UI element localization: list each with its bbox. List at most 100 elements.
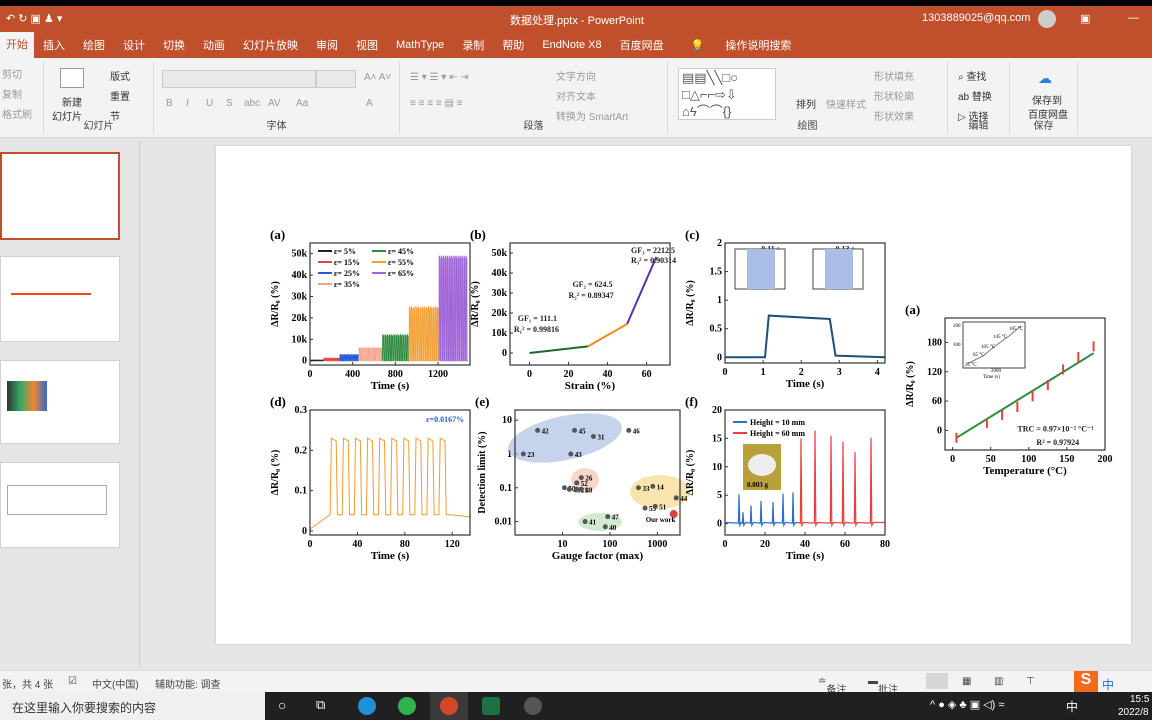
tab-draw[interactable]: 绘图 bbox=[74, 37, 114, 53]
bullets-button[interactable]: ☰ ▾ ☰ ▾ ⇤ ⇥ bbox=[410, 72, 469, 83]
format-painter-button[interactable]: 格式刷 bbox=[2, 106, 32, 121]
ribbon-display-icon[interactable]: ▣ bbox=[1080, 12, 1090, 25]
tab-design[interactable]: 设计 bbox=[114, 37, 154, 53]
reading-view-button[interactable]: ▥ bbox=[994, 676, 1003, 687]
taskbar: 在这里输入你要搜索的内容 ○ ⧉ ^ ● ◈ ♣ ▣ ◁) ≈ 中 15:5 2… bbox=[0, 692, 1152, 720]
tray-ime[interactable]: 中 bbox=[1066, 698, 1078, 715]
notes-button[interactable]: ≐ 备注 bbox=[818, 676, 846, 696]
tell-me-search[interactable]: 💡 操作说明搜索 bbox=[673, 37, 810, 53]
edge-icon[interactable] bbox=[358, 697, 376, 715]
y-tick-label: 40k bbox=[291, 270, 307, 281]
align-text-button[interactable]: 对齐文本 bbox=[556, 88, 596, 103]
tab-home[interactable]: 开始 bbox=[0, 32, 34, 58]
panel-label: (e) bbox=[475, 394, 489, 409]
tab-review[interactable]: 审阅 bbox=[307, 37, 347, 53]
strikethrough-button[interactable]: abc bbox=[244, 98, 260, 109]
font-grow-button[interactable]: A˄ A˅ bbox=[364, 72, 391, 83]
data-point bbox=[561, 485, 567, 491]
x-axis-label: Time (s) bbox=[371, 550, 410, 562]
minimize-button[interactable]: — bbox=[1128, 12, 1139, 24]
tab-record[interactable]: 录制 bbox=[453, 37, 493, 53]
language-status[interactable]: 中文(中国) bbox=[92, 676, 139, 691]
y-tick-label: 40k bbox=[491, 268, 507, 279]
tab-baidu[interactable]: 百度网盘 bbox=[611, 37, 673, 53]
cut-button[interactable]: 剪切 bbox=[2, 66, 22, 81]
y-tick-label: 20k bbox=[491, 308, 507, 319]
x-tick-label: 80 bbox=[400, 539, 410, 550]
panel-label: (d) bbox=[270, 394, 286, 409]
x-tick-label: 4 bbox=[875, 367, 880, 378]
slide-thumbnail-1[interactable] bbox=[0, 152, 120, 240]
layout-button[interactable]: 版式 bbox=[110, 68, 130, 83]
text-direction-button[interactable]: 文字方向 bbox=[556, 68, 596, 83]
slideshow-button[interactable]: ⊤ bbox=[1026, 676, 1035, 687]
excel-icon[interactable] bbox=[482, 697, 500, 715]
font-group-label: 字体 bbox=[266, 121, 287, 132]
align-buttons[interactable]: ≡ ≡ ≡ ≡ ▤ ≡ bbox=[410, 98, 463, 109]
notes-check-icon[interactable]: ☑ bbox=[68, 676, 77, 687]
tab-transitions[interactable]: 切换 bbox=[154, 37, 194, 53]
slide-canvas[interactable]: (a) 0 400 800 1200 0 10k 20k 30k 40k 50k Time (s) ΔR… bbox=[216, 146, 1131, 644]
shape-fill-button[interactable]: 形状填充 bbox=[874, 68, 914, 83]
shapes-gallery[interactable]: ▤▤╲╲□○ □△⌐⌐⇨⇩ ⌂ϟ⌒⌒{} bbox=[678, 68, 776, 120]
sogou-ime-icon[interactable]: S bbox=[1074, 671, 1098, 693]
inset-xlabel: Time (s) bbox=[983, 375, 1000, 380]
shadow-button[interactable]: S bbox=[226, 98, 233, 109]
ribbon-tabs: 开始 插入 绘图 设计 切换 动画 幻灯片放映 审阅 视图 MathType 录… bbox=[0, 32, 1152, 58]
sample-photo-fiber bbox=[748, 454, 776, 476]
new-slide-button[interactable]: 新建 bbox=[62, 94, 82, 109]
powerpoint-taskbar-active[interactable] bbox=[430, 692, 468, 720]
underline-button[interactable]: U bbox=[206, 98, 213, 109]
tab-view[interactable]: 视图 bbox=[347, 37, 387, 53]
replace-button[interactable]: ab 替换 bbox=[958, 88, 992, 103]
slide-thumbnail-3[interactable] bbox=[0, 360, 120, 444]
task-view-icon[interactable]: ⧉ bbox=[316, 697, 325, 713]
lightbulb-icon: 💡 bbox=[690, 40, 708, 52]
ime-mode[interactable]: 中 bbox=[1102, 676, 1114, 693]
reset-button[interactable]: 重置 bbox=[110, 88, 130, 103]
thumb-chart bbox=[7, 381, 47, 411]
char-spacing-button[interactable]: AV bbox=[268, 98, 281, 109]
find-button[interactable]: ⌕ 查找 bbox=[958, 68, 986, 83]
font-size-combo[interactable] bbox=[316, 70, 356, 88]
quick-access-toolbar[interactable]: ↶ ↻ ▣ ♟ ▾ bbox=[6, 12, 62, 25]
italic-button[interactable]: I bbox=[186, 98, 189, 109]
tab-slideshow[interactable]: 幻灯片放映 bbox=[234, 37, 307, 53]
avatar[interactable] bbox=[1038, 10, 1056, 28]
tab-insert[interactable]: 插入 bbox=[34, 37, 74, 53]
arrange-button[interactable]: 排列 bbox=[796, 96, 816, 111]
point-label: 14 bbox=[657, 483, 665, 491]
tab-endnote[interactable]: EndNote X8 bbox=[533, 39, 610, 51]
tab-animations[interactable]: 动画 bbox=[194, 37, 234, 53]
save-to-button[interactable]: 保存到 bbox=[1032, 92, 1062, 107]
font-color-button[interactable]: A bbox=[366, 98, 373, 109]
panel-label: (a) bbox=[905, 302, 920, 317]
tab-mathtype[interactable]: MathType bbox=[387, 39, 453, 51]
shape-outline-button[interactable]: 形状轮廓 bbox=[874, 88, 914, 103]
font-name-combo[interactable] bbox=[162, 70, 316, 88]
slide-thumbnail-4[interactable] bbox=[0, 462, 120, 548]
tab-help[interactable]: 帮助 bbox=[493, 37, 533, 53]
normal-view-button[interactable] bbox=[926, 673, 948, 689]
system-tray[interactable]: ^ ● ◈ ♣ ▣ ◁) ≈ bbox=[930, 698, 1004, 711]
wechat-icon[interactable] bbox=[398, 697, 416, 715]
taskbar-search[interactable]: 在这里输入你要搜索的内容 bbox=[0, 692, 265, 720]
slide-thumbnail-2[interactable] bbox=[0, 256, 120, 342]
data-point bbox=[652, 503, 658, 509]
x-tick-label: 0 bbox=[308, 539, 313, 550]
cortana-icon[interactable]: ○ bbox=[278, 697, 286, 713]
x-axis-label: Time (s) bbox=[786, 378, 825, 390]
bold-button[interactable]: B bbox=[166, 98, 173, 109]
account-email[interactable]: 1303889025@qq.com bbox=[922, 12, 1030, 24]
comments-button[interactable]: ▬ 批注 bbox=[868, 676, 898, 696]
inset-label: 105 °C bbox=[981, 345, 996, 350]
accessibility-status[interactable]: 辅助功能: 调查 bbox=[155, 676, 221, 691]
slide-sorter-button[interactable]: ▦ bbox=[962, 676, 971, 687]
clock-time: 15:5 bbox=[1130, 694, 1150, 705]
inset-tick: 100 bbox=[953, 343, 961, 348]
quick-styles-button[interactable]: 快速样式 bbox=[826, 96, 866, 111]
wave-series bbox=[408, 305, 440, 362]
change-case-button[interactable]: Aa bbox=[296, 98, 308, 109]
app-icon[interactable] bbox=[524, 697, 542, 715]
copy-button[interactable]: 复制 bbox=[2, 86, 22, 101]
